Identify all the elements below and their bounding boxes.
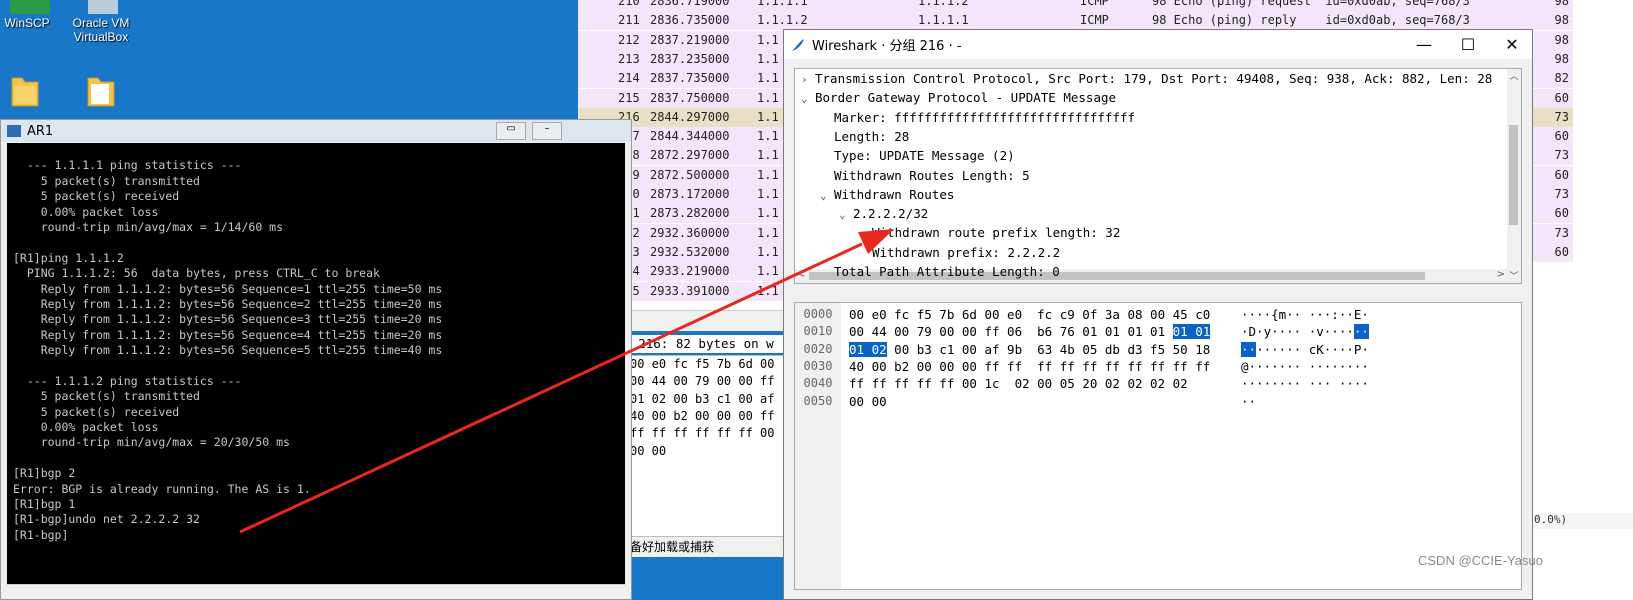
annotation-arrow <box>239 229 894 534</box>
annotation-arrow-head <box>858 229 894 254</box>
annotation-arrow-line <box>239 242 863 534</box>
watermark: CSDN @CCIE-Yasuo <box>1418 553 1543 568</box>
